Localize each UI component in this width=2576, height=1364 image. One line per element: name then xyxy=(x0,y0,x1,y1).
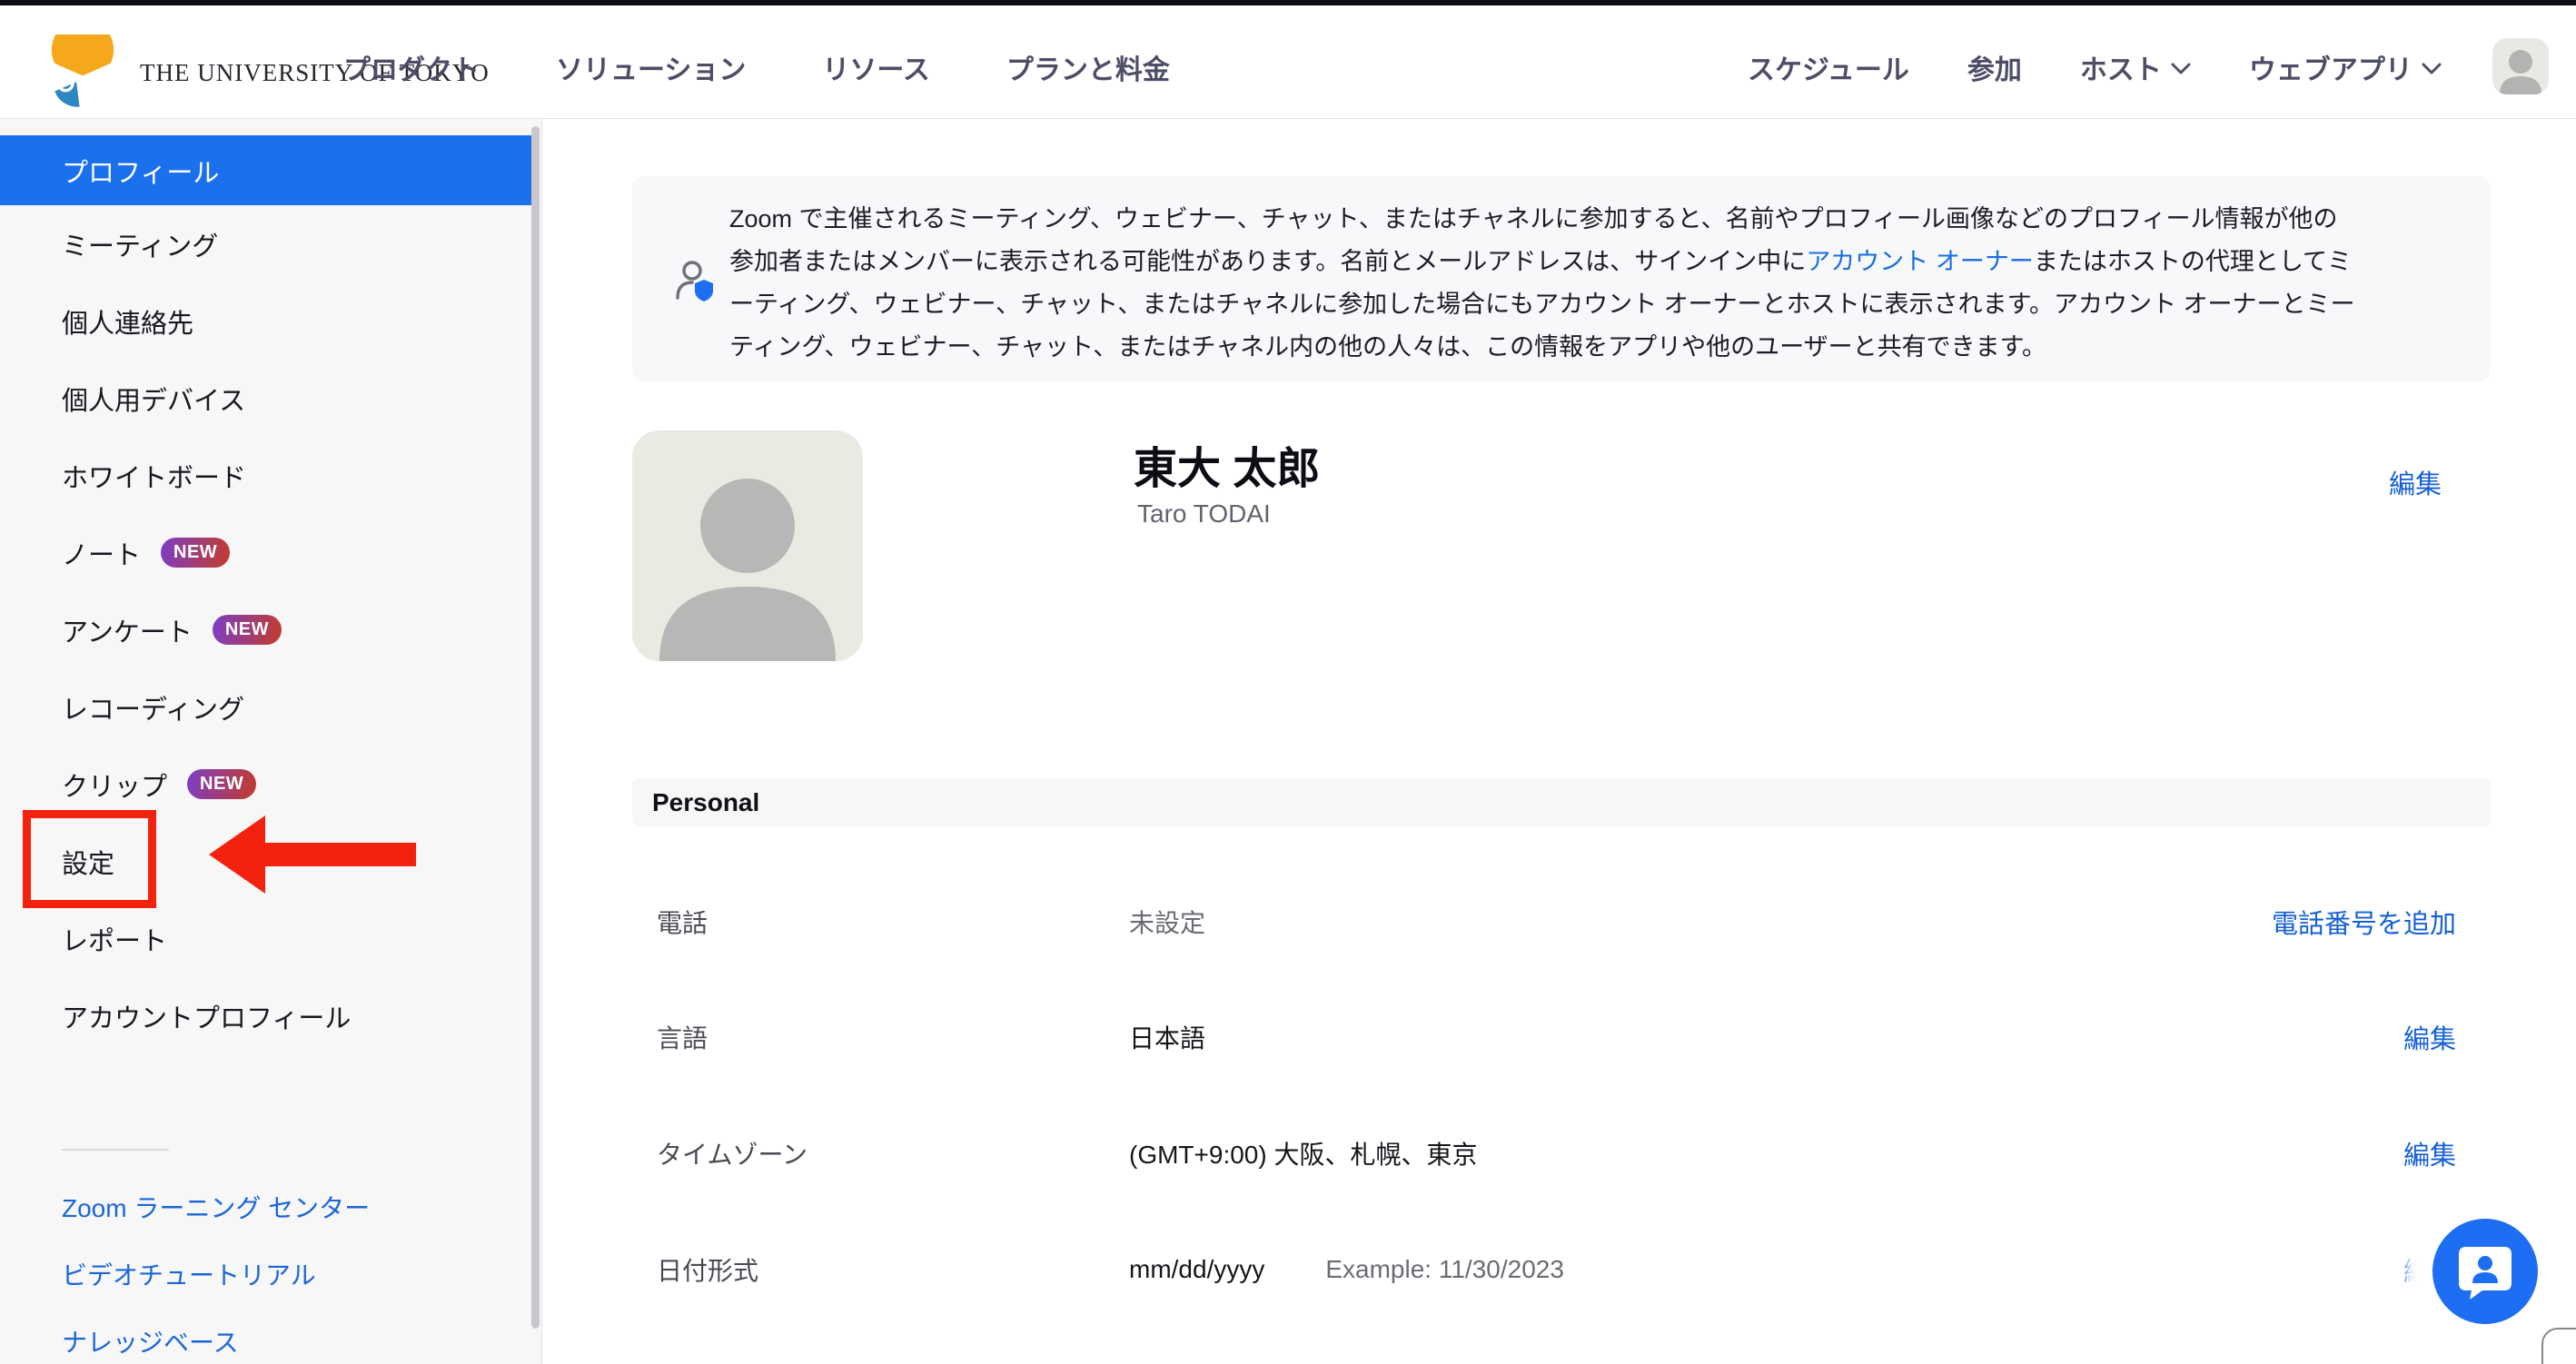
sidebar-item-label: 個人用デバイス xyxy=(62,380,245,418)
sidebar-scrollbar[interactable] xyxy=(531,126,540,1329)
sidebar-item-reports[interactable]: レポート xyxy=(0,900,541,977)
notice-line: 参加者またはメンバーに表示される可能性があります。名前とメールアドレスは、サイン… xyxy=(729,241,2354,283)
new-badge: NEW xyxy=(187,769,256,799)
nav-item-webapp[interactable]: ウェブアプリ xyxy=(2249,47,2442,87)
nav-item-plans-pricing[interactable]: プランと料金 xyxy=(1006,47,1170,87)
nav-item-resources[interactable]: リソース xyxy=(822,47,930,87)
sidebar-item-label: ノート xyxy=(62,534,141,572)
nav-item-schedule[interactable]: スケジュール xyxy=(1748,47,1909,87)
notice-line: ティング、ウェビナー、チャット、またはチャネル内の他の人々は、この情報をアプリや… xyxy=(729,326,2354,369)
user-avatar[interactable] xyxy=(2492,38,2549,94)
privacy-notice-text: Zoom で主催されるミーティング、ウェビナー、チャット、またはチャネルに参加す… xyxy=(729,198,2354,369)
row-label: 電話 xyxy=(632,904,1129,940)
row-language: 言語 日本語 編集 xyxy=(632,980,2491,1096)
account-owner-link[interactable]: アカウント オーナー xyxy=(1806,248,2034,275)
profile-picture[interactable] xyxy=(632,430,863,661)
row-label: 言語 xyxy=(632,1019,1129,1055)
date-format-example: Example: 11/30/2023 xyxy=(1325,1255,1564,1284)
person-silhouette-icon xyxy=(632,430,863,661)
sidebar-item-surveys[interactable]: アンケート NEW xyxy=(0,591,541,668)
sidebar-item-notes[interactable]: ノート NEW xyxy=(0,514,541,591)
link-video-tutorials[interactable]: ビデオチュートリアル xyxy=(62,1242,370,1310)
sidebar-footer-links: Zoom ラーニング センター ビデオチュートリアル ナレッジベース xyxy=(62,1175,370,1364)
zoom-profile-page: THE UNIVERSITY OF TOKYO プロダクト ソリューション リソ… xyxy=(0,0,2576,1364)
chevron-down-icon xyxy=(2422,63,2442,75)
sidebar-item-label: ミーティング xyxy=(62,225,218,263)
link-learning-center[interactable]: Zoom ラーニング センター xyxy=(62,1175,370,1242)
sidebar-item-profile[interactable]: プロフィール xyxy=(0,135,532,205)
row-timezone: タイムゾーン (GMT+9:00) 大阪、札幌、東京 編集 xyxy=(632,1095,2491,1211)
profile-name: 東大 太郎 xyxy=(1134,432,1320,496)
nav-item-host-label: ホスト xyxy=(2080,47,2162,87)
notice-line-segment: またはホストの代理としてミ xyxy=(2034,248,2352,275)
row-value: 未設定 xyxy=(1129,904,1205,940)
annotation-arrow xyxy=(209,815,416,894)
notice-line: Zoom で主催されるミーティング、ウェビナー、チャット、またはチャネルに参加す… xyxy=(729,198,2354,241)
sidebar-item-label: クリップ xyxy=(62,766,167,804)
main-content: Zoom で主催されるミーティング、ウェビナー、チャット、またはチャネルに参加す… xyxy=(543,119,2576,1364)
person-shield-icon xyxy=(674,258,719,305)
sidebar-item-label: 個人連絡先 xyxy=(62,302,193,341)
personal-section-header: Personal xyxy=(632,778,2491,826)
new-badge: NEW xyxy=(161,538,230,568)
sidebar-item-meetings[interactable]: ミーティング xyxy=(0,205,541,282)
row-date-format: 日付形式 mm/dd/yyyy Example: 11/30/2023 編集 xyxy=(632,1211,2491,1328)
person-silhouette-icon xyxy=(2492,38,2549,94)
account-nav: スケジュール 参加 ホスト ウェブアプリ xyxy=(1748,11,2442,124)
edit-timezone-link[interactable]: 編集 xyxy=(2403,1134,2456,1172)
notice-line: ーティング、ウェビナー、チャット、またはチャネルに参加した場合にもアカウント オ… xyxy=(729,283,2354,326)
chevron-down-icon xyxy=(2171,63,2191,75)
edit-language-link[interactable]: 編集 xyxy=(2403,1018,2456,1056)
sidebar-item-account-profile[interactable]: アカウントプロフィール xyxy=(0,977,541,1054)
profile-romanized-name: Taro TODAI xyxy=(1137,499,1271,529)
support-chat-button[interactable] xyxy=(2432,1219,2538,1324)
nav-item-host[interactable]: ホスト xyxy=(2080,47,2191,87)
nav-item-webapp-label: ウェブアプリ xyxy=(2249,47,2413,87)
sidebar-item-devices[interactable]: 個人用デバイス xyxy=(0,360,541,437)
sidebar-item-label: アカウントプロフィール xyxy=(62,997,351,1035)
add-phone-link[interactable]: 電話番号を追加 xyxy=(2272,903,2456,941)
top-navigation-bar: THE UNIVERSITY OF TOKYO プロダクト ソリューション リソ… xyxy=(0,5,2576,119)
sidebar-item-label: レポート xyxy=(62,920,167,958)
sidebar-menu: プロフィール ミーティング 個人連絡先 個人用デバイス ホワイトボード ノート N… xyxy=(0,135,541,1054)
privacy-notice: Zoom で主催されるミーティング、ウェビナー、チャット、またはチャネルに参加す… xyxy=(632,176,2491,381)
sidebar-item-whiteboard[interactable]: ホワイトボード xyxy=(0,437,541,514)
link-knowledge-base[interactable]: ナレッジベース xyxy=(62,1310,370,1364)
row-phone: 電話 未設定 電話番号を追加 xyxy=(632,864,2491,980)
sidebar: プロフィール ミーティング 個人連絡先 個人用デバイス ホワイトボード ノート N… xyxy=(0,119,542,1364)
sidebar-divider xyxy=(62,1149,169,1151)
annotation-box-settings xyxy=(23,810,156,908)
new-badge: NEW xyxy=(213,615,282,645)
personal-rows: 電話 未設定 電話番号を追加 言語 日本語 編集 タイムゾーン (GMT+9:0… xyxy=(632,826,2491,1327)
sidebar-item-label: レコーディング xyxy=(62,688,244,726)
primary-nav: プロダクト ソリューション リソース プランと料金 xyxy=(343,11,1170,124)
row-value: 日本語 xyxy=(1129,1019,1205,1055)
sidebar-item-contacts[interactable]: 個人連絡先 xyxy=(0,282,541,360)
personal-section-title: Personal xyxy=(652,788,759,817)
row-value: mm/dd/yyyy xyxy=(1129,1255,1264,1284)
corner-widget xyxy=(2541,1328,2576,1364)
sidebar-item-label: ホワイトボード xyxy=(62,457,246,495)
edit-profile-link[interactable]: 編集 xyxy=(2389,463,2442,501)
nav-item-solutions[interactable]: ソリューション xyxy=(556,47,746,87)
person-speech-bubble-icon xyxy=(2455,1241,2515,1301)
nav-item-products[interactable]: プロダクト xyxy=(343,47,480,87)
sidebar-item-label: アンケート xyxy=(62,611,193,649)
sidebar-item-label: プロフィール xyxy=(62,152,219,190)
nav-item-join[interactable]: 参加 xyxy=(1967,47,2022,87)
sidebar-item-recordings[interactable]: レコーディング xyxy=(0,668,541,746)
row-label: 日付形式 xyxy=(632,1251,1129,1288)
notice-line-segment: 参加者またはメンバーに表示される可能性があります。名前とメールアドレスは、サイン… xyxy=(729,248,1806,275)
row-value: (GMT+9:00) 大阪、札幌、東京 xyxy=(1129,1135,1477,1171)
ginkgo-leaf-icon xyxy=(45,35,120,111)
row-label: タイムゾーン xyxy=(632,1135,1129,1171)
